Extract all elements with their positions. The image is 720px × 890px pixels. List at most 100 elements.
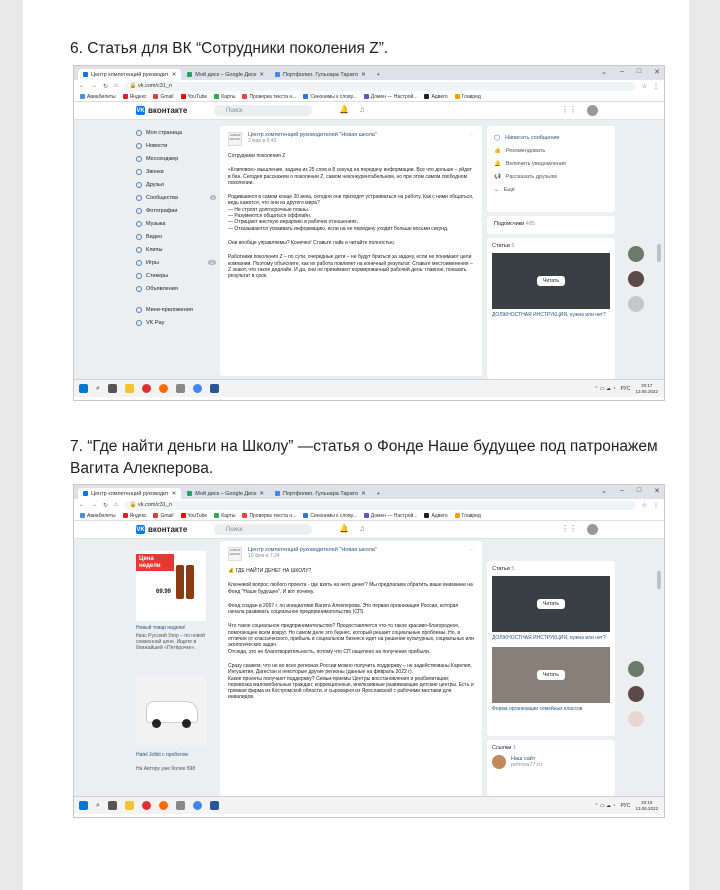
language-indicator[interactable]: РУС xyxy=(620,803,630,809)
app-icon[interactable] xyxy=(175,801,185,810)
word-icon[interactable] xyxy=(209,384,219,393)
article-thumbnail[interactable]: Читать xyxy=(492,647,610,703)
chevron-down-icon[interactable]: ⌄ xyxy=(601,487,607,495)
post-date[interactable]: 10 фев в 7:24 xyxy=(248,553,377,559)
bookmark-item[interactable]: Проверка текста н... xyxy=(242,513,296,519)
more-icon[interactable]: ··· xyxy=(469,547,474,561)
bookmark-item[interactable]: Адвего xyxy=(424,513,448,519)
browser-tab[interactable]: Центр компетенций руководит ✕ xyxy=(78,488,182,499)
avatar[interactable] xyxy=(628,711,644,727)
close-icon[interactable]: ✕ xyxy=(654,68,660,76)
task-view-icon[interactable] xyxy=(107,801,117,810)
ad-title[interactable]: Новый товар недели! xyxy=(136,625,206,631)
avatar[interactable] xyxy=(587,524,598,535)
article-caption[interactable]: Форма организации семейных классов xyxy=(492,706,610,712)
explorer-icon[interactable] xyxy=(124,384,134,393)
article-caption[interactable]: ДОЛЖНОСТНАЯ ИНСТРУКЦИЯ, нужна или нет? xyxy=(492,312,610,318)
app-icon[interactable] xyxy=(175,384,185,393)
clock[interactable]: 20:19 13.06.2022 xyxy=(635,800,658,811)
avatar[interactable] xyxy=(628,661,644,677)
sidebar-item[interactable]: Звонки xyxy=(136,165,216,178)
tray-icons[interactable]: ⌃ ▭ ☁ ◔ xyxy=(594,803,615,809)
sidebar-item[interactable]: Мессенджер xyxy=(136,152,216,165)
bookmark-item[interactable]: Яндекс xyxy=(122,94,146,100)
word-icon[interactable] xyxy=(209,801,219,810)
sidebar-item[interactable]: Сообщества 3 xyxy=(136,191,216,204)
sidebar-item[interactable]: Стикеры xyxy=(136,269,216,282)
avatar[interactable] xyxy=(628,271,644,287)
search-icon[interactable]: ⌕ xyxy=(96,802,100,810)
ad-block-2[interactable]: Hatel Jolbit с пробегом На Автору уже бо… xyxy=(136,676,206,772)
sidebar-item[interactable]: VK Pay xyxy=(136,316,216,329)
opera-icon[interactable] xyxy=(158,384,168,393)
music-icon[interactable]: ♫ xyxy=(359,105,365,114)
home-icon[interactable]: ⌂ xyxy=(114,502,118,508)
subscribers-box[interactable]: Подписчики 485 xyxy=(487,216,615,234)
search-icon[interactable]: ⌕ xyxy=(96,385,100,393)
close-icon[interactable]: ✕ xyxy=(654,487,660,495)
avatar[interactable] xyxy=(628,686,644,702)
home-icon[interactable]: ⌂ xyxy=(114,83,118,89)
vk-logo[interactable]: VK вконтакте xyxy=(136,106,187,115)
windows-start-icon[interactable] xyxy=(79,801,88,810)
avatar[interactable] xyxy=(628,246,644,262)
sidebar-item[interactable]: Новости xyxy=(136,139,216,152)
bookmark-item[interactable]: Gmail xyxy=(153,513,174,519)
bookmark-item[interactable]: Синонимы к слову... xyxy=(303,94,357,100)
opera-icon[interactable] xyxy=(158,801,168,810)
reload-icon[interactable]: ↻ xyxy=(103,502,108,509)
chevron-down-icon[interactable]: ⌄ xyxy=(601,68,607,76)
avatar[interactable] xyxy=(587,105,598,116)
bookmark-item[interactable]: Домен — Настрой... xyxy=(363,94,417,100)
links-title[interactable]: Ссылки 1 xyxy=(492,745,610,751)
ad-image[interactable] xyxy=(136,676,206,746)
reload-icon[interactable]: ↻ xyxy=(103,83,108,90)
action-recommend[interactable]: 👍 Рекомендовать xyxy=(494,144,608,157)
bookmark-item[interactable]: Синонимы к слову... xyxy=(303,513,357,519)
bookmark-item[interactable]: Адвего xyxy=(424,94,448,100)
bell-icon[interactable]: 🔔 xyxy=(339,524,349,533)
maximize-icon[interactable]: □ xyxy=(637,487,641,495)
apps-grid-icon[interactable]: ⋮⋮ xyxy=(561,524,577,535)
back-icon[interactable]: ← xyxy=(79,83,85,89)
community-logo[interactable]: НОВАЯ ШКОЛА xyxy=(228,132,242,146)
articles-title[interactable]: Статьи 5 xyxy=(492,566,610,572)
article-thumbnail[interactable]: Читать xyxy=(492,253,610,309)
articles-title[interactable]: Статьи 5 xyxy=(492,243,610,249)
tray-icons[interactable]: ⌃ ▭ ☁ ◔ xyxy=(594,386,615,392)
scrollbar[interactable] xyxy=(657,571,661,589)
minimize-icon[interactable]: – xyxy=(620,68,624,76)
community-logo[interactable]: НОВАЯ ШКОЛА xyxy=(228,547,242,561)
ad-image[interactable]: Цена недели 69.99 xyxy=(136,551,206,621)
ad-block-1[interactable]: Цена недели 69.99 Новый товар недели! Кв… xyxy=(136,551,206,651)
chrome-icon[interactable] xyxy=(192,801,202,810)
browser-tab[interactable]: Портфолио. Гульнара Тарато ✕ xyxy=(270,488,371,499)
yandex-browser-icon[interactable] xyxy=(141,801,151,810)
avatar[interactable] xyxy=(628,296,644,312)
forward-icon[interactable]: → xyxy=(91,502,97,508)
sidebar-item[interactable]: Фотографии xyxy=(136,204,216,217)
new-tab-button[interactable]: + xyxy=(372,69,385,80)
sidebar-item[interactable]: Игры 11 xyxy=(136,256,216,269)
bookmark-item[interactable]: Проверка текста н... xyxy=(242,94,296,100)
bookmark-item[interactable]: Главред xyxy=(454,513,481,519)
bell-icon[interactable]: 🔔 xyxy=(339,105,349,114)
bookmark-item[interactable]: Главред xyxy=(454,94,481,100)
ad-title[interactable]: Hatel Jolbit с пробегом xyxy=(136,752,206,758)
action-notify[interactable]: 🔔 Включить уведомления xyxy=(494,157,608,170)
url-input[interactable]: 🔒 vk.com/c31_n xyxy=(123,500,636,510)
read-button[interactable]: Читать xyxy=(537,599,565,609)
apps-grid-icon[interactable]: ⋮⋮ xyxy=(561,105,577,116)
browser-tab[interactable]: Мой диск – Google Диск ✕ xyxy=(182,488,269,499)
bookmark-item[interactable]: Авиабилеты xyxy=(80,94,116,100)
back-icon[interactable]: ← xyxy=(79,502,85,508)
language-indicator[interactable]: РУС xyxy=(620,386,630,392)
sidebar-item[interactable]: Друзья xyxy=(136,178,216,191)
bookmark-item[interactable]: Gmail xyxy=(153,94,174,100)
maximize-icon[interactable]: □ xyxy=(637,68,641,76)
new-tab-button[interactable]: + xyxy=(372,488,385,499)
clock[interactable]: 20:17 13.06.2022 xyxy=(635,383,658,394)
post-date[interactable]: 2 мар в 6:40 xyxy=(248,138,377,144)
explorer-icon[interactable] xyxy=(124,801,134,810)
link-item[interactable]: Наш сайт petrova77.ru xyxy=(492,755,610,769)
